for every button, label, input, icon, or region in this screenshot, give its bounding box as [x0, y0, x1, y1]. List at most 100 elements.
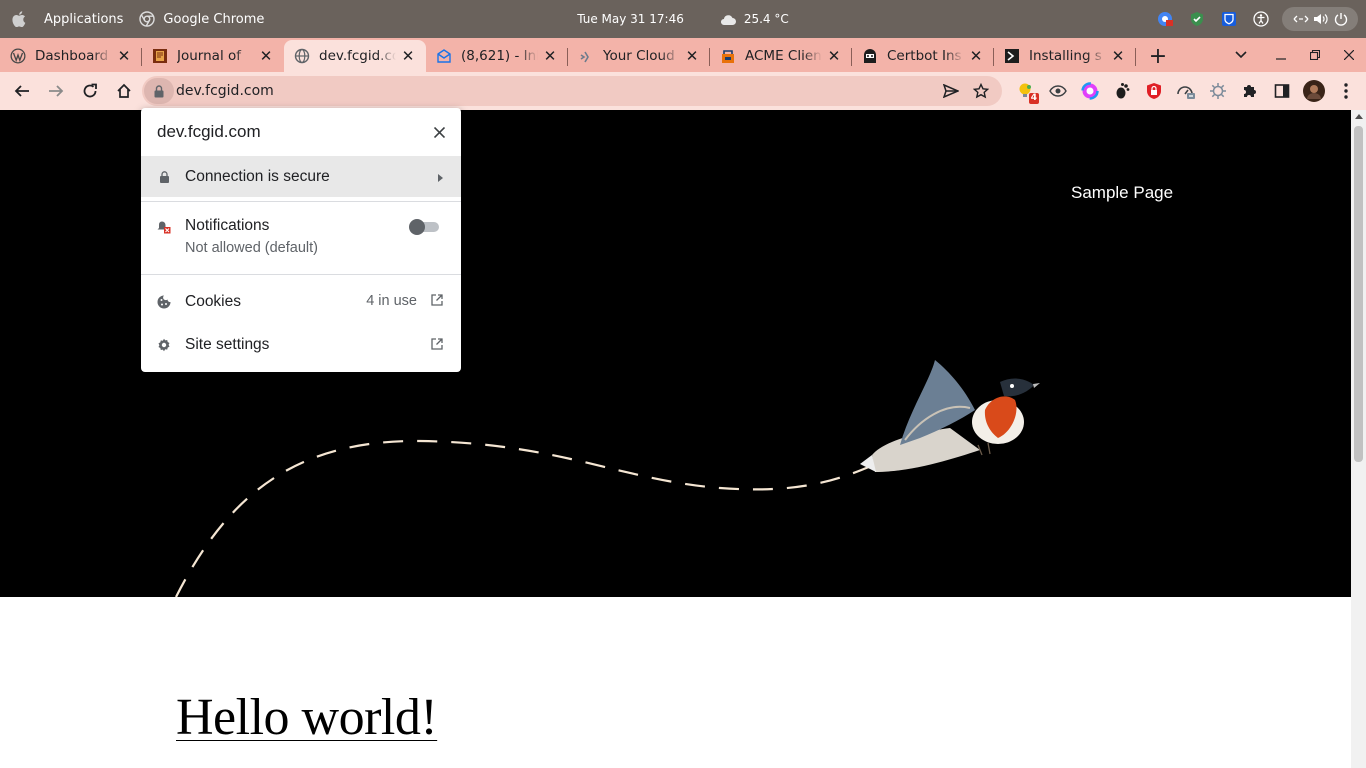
- extension-color-button[interactable]: [1074, 75, 1106, 107]
- post-title-link[interactable]: Hello world!: [176, 688, 438, 747]
- popup-domain-title: dev.fcgid.com: [157, 122, 261, 141]
- close-icon[interactable]: ✕: [684, 47, 700, 65]
- extension-virus-button[interactable]: [1202, 75, 1234, 107]
- close-icon[interactable]: ✕: [1110, 47, 1126, 65]
- url-text[interactable]: dev.fcgid.com: [176, 83, 274, 99]
- extensions-menu-button[interactable]: [1234, 75, 1266, 107]
- arrow-left-icon: [14, 85, 29, 97]
- scroll-up-icon[interactable]: [1354, 112, 1363, 121]
- extension-gnome-button[interactable]: [1106, 75, 1138, 107]
- close-icon[interactable]: ✕: [826, 47, 842, 65]
- shield-tray-icon[interactable]: [1186, 8, 1208, 30]
- profile-button[interactable]: [1298, 75, 1330, 107]
- bookmark-button[interactable]: [966, 76, 996, 106]
- tab-journal[interactable]: Journal of ✕: [142, 40, 284, 72]
- chevron-down-icon: [1235, 51, 1247, 59]
- close-icon[interactable]: ✕: [258, 47, 274, 65]
- active-app-menu[interactable]: Google Chrome: [139, 11, 264, 27]
- puzzle-icon: [1244, 85, 1256, 97]
- restore-button[interactable]: [1298, 38, 1332, 72]
- extension-shield-button[interactable]: [1138, 75, 1170, 107]
- mail-icon: [436, 48, 452, 64]
- weather-temp: 25.4 °C: [743, 12, 789, 26]
- extension-speed-button[interactable]: [1170, 75, 1202, 107]
- bird-illustration: [860, 360, 1040, 472]
- new-tab-button[interactable]: +: [1142, 40, 1174, 72]
- close-icon[interactable]: ✕: [542, 47, 558, 65]
- gauge-icon: [1177, 86, 1195, 99]
- chrome-tray-icon[interactable]: [1154, 8, 1176, 30]
- notifications-toggle[interactable]: [409, 219, 439, 235]
- minimize-button[interactable]: [1264, 38, 1298, 72]
- tab-acme-client[interactable]: ACME Client ✕: [710, 40, 852, 72]
- popup-close-button[interactable]: [431, 124, 447, 140]
- cookies-count: 4 in use: [366, 293, 417, 309]
- forward-button[interactable]: [40, 75, 72, 107]
- home-icon: [117, 83, 131, 98]
- accessibility-icon[interactable]: [1250, 8, 1272, 30]
- cloud-icon: [720, 14, 736, 25]
- extension-eye-button[interactable]: [1042, 75, 1074, 107]
- restore-icon: [1310, 50, 1320, 60]
- tab-title: Dashboard: [35, 48, 109, 64]
- system-status-menu[interactable]: [1282, 7, 1358, 31]
- wordpress-icon: [10, 48, 26, 64]
- chrome-menu-button[interactable]: [1330, 75, 1362, 107]
- tab-your-cloud[interactable]: Your Cloud ✕: [568, 40, 710, 72]
- color-wheel-icon: [1081, 82, 1099, 100]
- extension-idea-button[interactable]: 4: [1010, 75, 1042, 107]
- tab-certbot[interactable]: Certbot Ins ✕: [852, 40, 994, 72]
- toggle-knob: [409, 219, 425, 235]
- apple-icon: [12, 11, 26, 27]
- close-icon: [1344, 50, 1354, 60]
- popup-divider: [141, 274, 461, 275]
- tab-dev-fcgid[interactable]: dev.fcgid.com ✕: [284, 40, 426, 72]
- connection-secure-row[interactable]: Connection is secure: [141, 156, 461, 197]
- browser-toolbar: dev.fcgid.com 4: [0, 72, 1366, 110]
- footprint-icon: [1116, 83, 1130, 99]
- page-scrollbar[interactable]: [1351, 110, 1366, 768]
- tab-search-button[interactable]: [1224, 38, 1258, 72]
- site-settings-row[interactable]: Site settings: [141, 325, 461, 365]
- tab-inbox[interactable]: (8,621) - Inbox ✕: [426, 40, 568, 72]
- tab-strip: Dashboard ✕ Journal of ✕ dev.fcgid.com ✕…: [0, 38, 1366, 72]
- scroll-thumb[interactable]: [1354, 126, 1363, 462]
- reload-icon: [83, 83, 97, 98]
- tab-title: Installing s: [1029, 48, 1102, 64]
- cookies-row[interactable]: Cookies 4 in use: [141, 279, 461, 325]
- notifications-row: Notifications Not allowed (default): [141, 202, 461, 274]
- send-to-device-button[interactable]: [936, 76, 966, 106]
- volume-icon: [1312, 8, 1330, 30]
- tab-dashboard[interactable]: Dashboard ✕: [0, 40, 142, 72]
- cloud-icon: [578, 48, 594, 64]
- kebab-menu-icon: [1344, 83, 1348, 99]
- close-icon[interactable]: ✕: [116, 47, 132, 65]
- lock-icon: [157, 170, 171, 184]
- weather-indicator[interactable]: 25.4 °C: [720, 12, 789, 26]
- home-button[interactable]: [108, 75, 140, 107]
- close-icon[interactable]: ✕: [968, 47, 984, 65]
- back-button[interactable]: [6, 75, 38, 107]
- applications-menu[interactable]: Applications: [12, 11, 123, 27]
- external-link-icon: [431, 338, 443, 350]
- power-icon: [1332, 8, 1350, 30]
- window-close-button[interactable]: [1332, 38, 1366, 72]
- active-app-label: Google Chrome: [163, 11, 265, 27]
- globe-icon: [294, 48, 310, 64]
- acme-icon: [720, 48, 736, 64]
- side-panel-button[interactable]: [1266, 75, 1298, 107]
- reload-button[interactable]: [74, 75, 106, 107]
- tab-separator: [1135, 48, 1136, 66]
- avatar: [1303, 80, 1325, 102]
- close-icon[interactable]: ✕: [400, 47, 416, 65]
- address-bar[interactable]: dev.fcgid.com: [142, 76, 1002, 106]
- bitwarden-tray-icon[interactable]: [1218, 8, 1240, 30]
- tab-title: dev.fcgid.com: [319, 48, 396, 64]
- clock[interactable]: Tue May 31 17:46: [577, 12, 684, 26]
- tab-installing[interactable]: Installing s ✕: [994, 40, 1136, 72]
- site-info-button[interactable]: [144, 78, 174, 104]
- tab-title: ACME Client: [745, 48, 822, 64]
- chrome-icon: [139, 11, 156, 27]
- cookie-icon: [157, 295, 171, 309]
- minimize-icon: [1276, 58, 1286, 60]
